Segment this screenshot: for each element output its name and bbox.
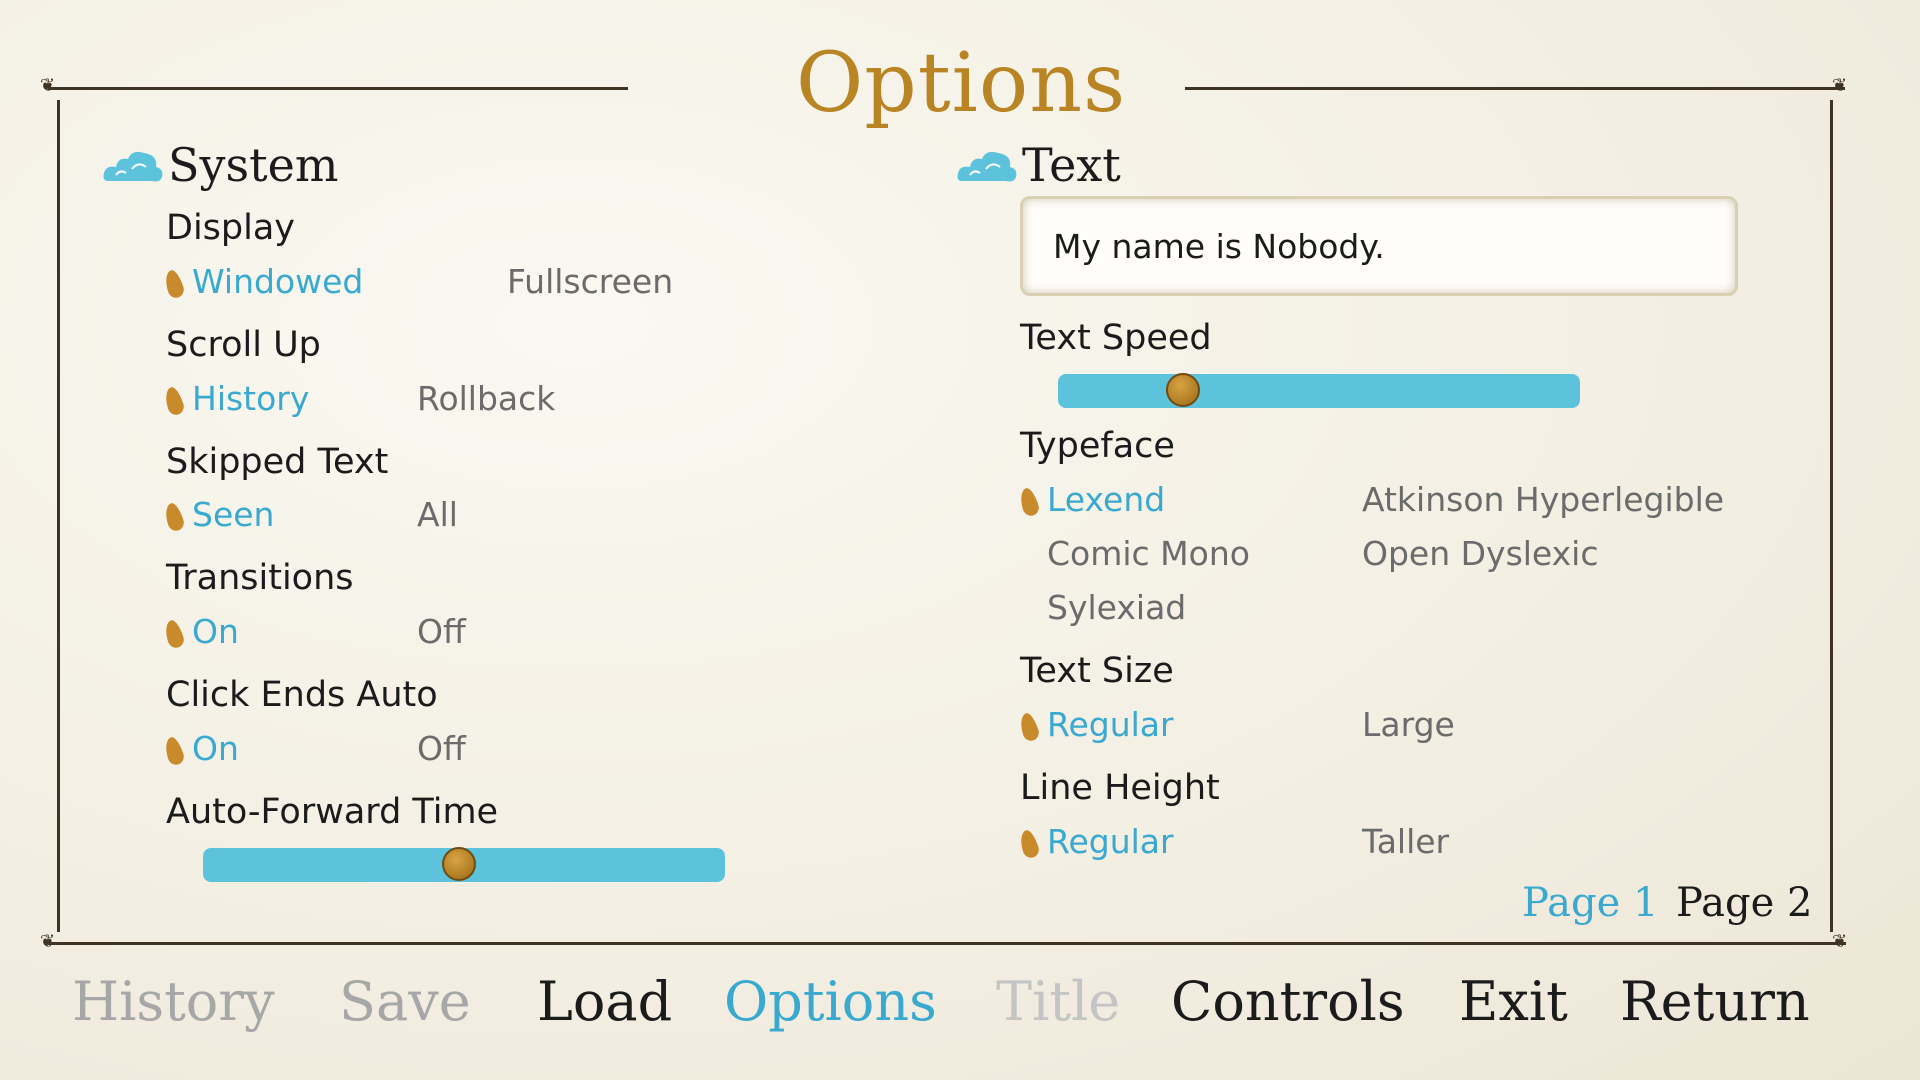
system-heading: System — [102, 138, 338, 192]
frame-corner-icon: ❦ — [40, 931, 56, 952]
click-ends-auto-label: Click Ends Auto — [166, 675, 438, 715]
text-preview-box: My name is Nobody. — [1020, 196, 1738, 296]
nav-controls[interactable]: Controls — [1171, 970, 1405, 1033]
nav-history[interactable]: History — [72, 970, 275, 1033]
transitions-label: Transitions — [166, 558, 354, 598]
page-2-link[interactable]: Page 2 — [1676, 880, 1812, 926]
display-fullscreen-option[interactable]: Fullscreen — [507, 262, 673, 301]
text-speed-label: Text Speed — [1020, 318, 1212, 358]
typeface-atkinson-option[interactable]: Atkinson Hyperlegible — [1362, 480, 1724, 519]
cloud-icon — [957, 151, 1017, 182]
text-heading: Text — [956, 138, 1121, 192]
auto-forward-slider-knob[interactable] — [441, 847, 476, 881]
line-height-label: Line Height — [1020, 768, 1220, 808]
page-1-link[interactable]: Page 1 — [1522, 880, 1658, 926]
skipped-text-all-option[interactable]: All — [417, 495, 458, 534]
nav-load[interactable]: Load — [537, 970, 672, 1033]
text-size-label: Text Size — [1020, 651, 1174, 691]
typeface-comic-mono-option[interactable]: Comic Mono — [1047, 534, 1250, 573]
scroll-up-history-option[interactable]: History — [192, 379, 309, 418]
nav-save[interactable]: Save — [339, 970, 471, 1033]
click-ends-auto-on-option[interactable]: On — [192, 729, 239, 768]
display-windowed-option[interactable]: Windowed — [192, 262, 363, 301]
frame-top-right — [1185, 87, 1845, 90]
frame-left — [57, 100, 60, 932]
section-title: System — [168, 138, 339, 192]
skipped-text-label: Skipped Text — [166, 442, 389, 482]
text-preview: My name is Nobody. — [1053, 227, 1385, 266]
frame-bottom — [48, 942, 1846, 945]
frame-corner-icon: ❦ — [40, 75, 56, 96]
nav-options[interactable]: Options — [724, 970, 937, 1033]
cloud-icon — [103, 151, 163, 182]
text-size-large-option[interactable]: Large — [1362, 705, 1455, 744]
auto-forward-label: Auto-Forward Time — [166, 792, 499, 832]
typeface-open-dyslexic-option[interactable]: Open Dyslexic — [1362, 534, 1599, 573]
scroll-up-rollback-option[interactable]: Rollback — [417, 379, 555, 418]
frame-right — [1830, 100, 1833, 932]
typeface-lexend-option[interactable]: Lexend — [1047, 480, 1165, 519]
typeface-label: Typeface — [1020, 426, 1175, 466]
transitions-on-option[interactable]: On — [192, 612, 239, 651]
skipped-text-seen-option[interactable]: Seen — [192, 495, 274, 534]
nav-return[interactable]: Return — [1620, 970, 1810, 1033]
text-size-regular-option[interactable]: Regular — [1047, 705, 1174, 744]
click-ends-auto-off-option[interactable]: Off — [417, 729, 466, 768]
scroll-up-label: Scroll Up — [166, 325, 321, 365]
section-title: Text — [1022, 138, 1121, 192]
page-title: Options — [796, 36, 1127, 131]
auto-forward-slider[interactable] — [203, 847, 725, 882]
frame-corner-icon: ❦ — [1832, 931, 1848, 952]
frame-corner-icon: ❦ — [1832, 75, 1848, 96]
nav-exit[interactable]: Exit — [1459, 970, 1568, 1033]
text-speed-slider-knob[interactable] — [1166, 373, 1201, 407]
frame-top-left — [48, 87, 628, 90]
typeface-sylexiad-option[interactable]: Sylexiad — [1047, 588, 1186, 627]
line-height-regular-option[interactable]: Regular — [1047, 822, 1174, 861]
text-speed-slider[interactable] — [1058, 373, 1580, 408]
display-label: Display — [166, 208, 296, 248]
transitions-off-option[interactable]: Off — [417, 612, 466, 651]
line-height-taller-option[interactable]: Taller — [1362, 822, 1449, 861]
nav-title[interactable]: Title — [996, 970, 1120, 1033]
